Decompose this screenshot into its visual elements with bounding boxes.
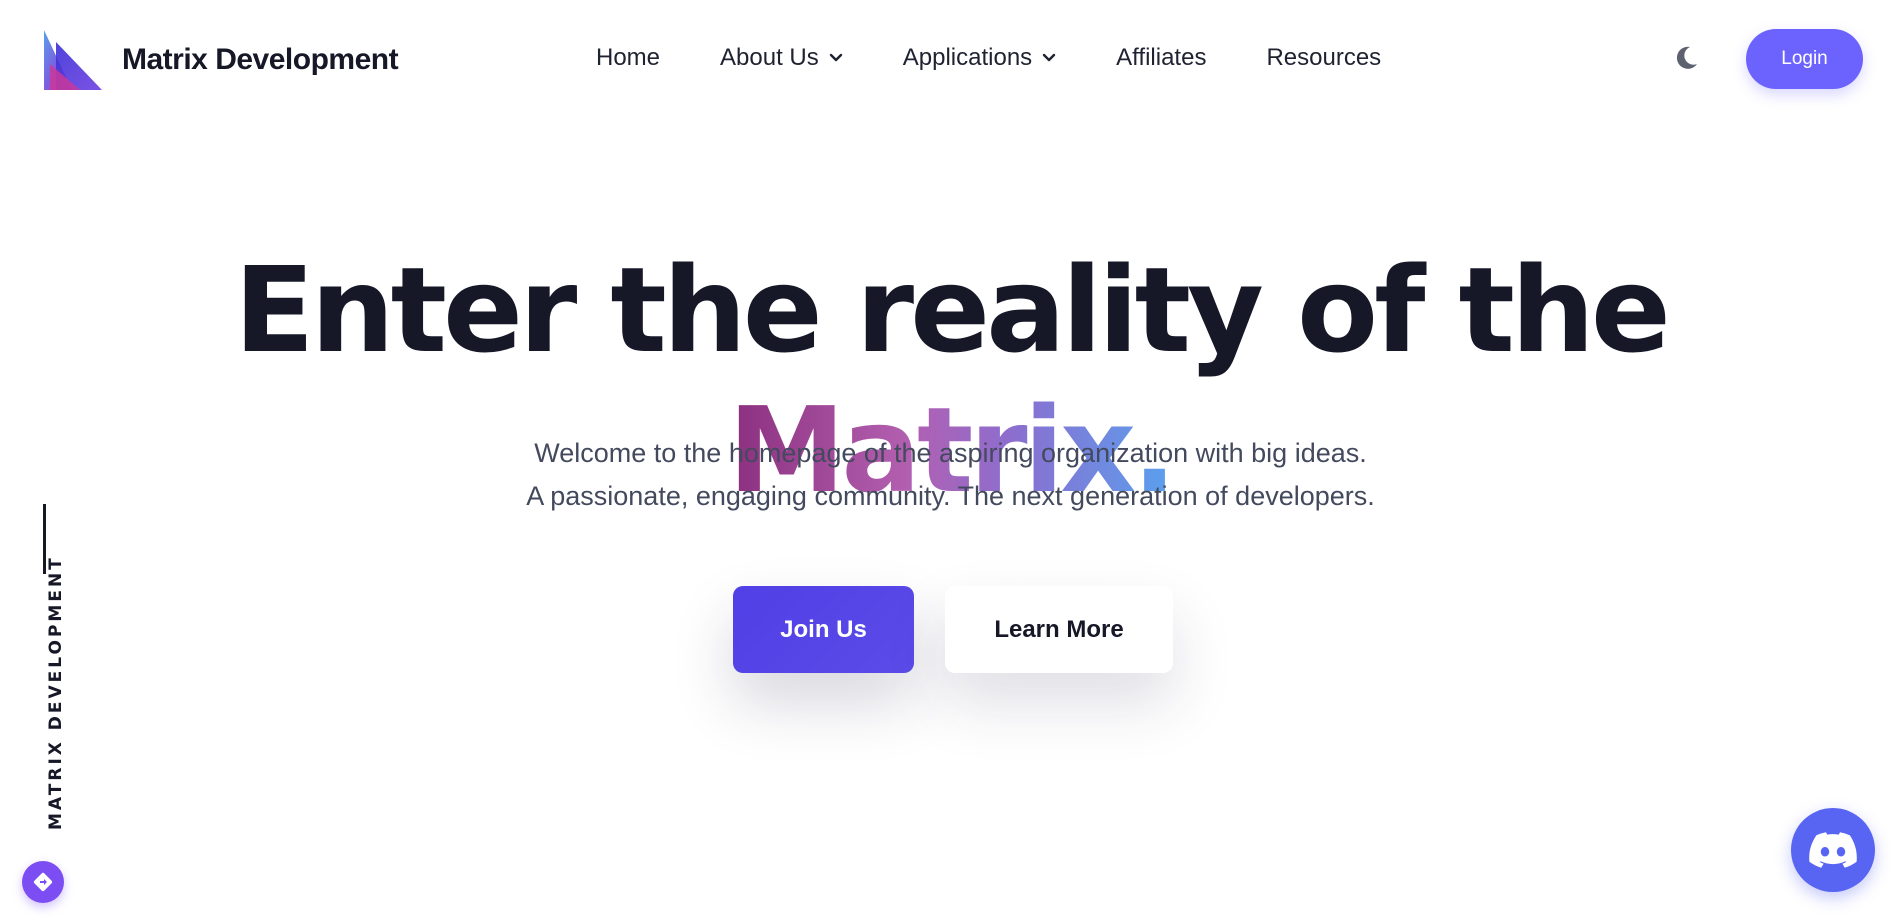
hero-subtitle: Welcome to the homepage of the aspiring …: [0, 432, 1901, 518]
hero-cta-group: Join Us Learn More: [733, 586, 1173, 673]
nav-item-label: Affiliates: [1116, 44, 1207, 71]
side-badge[interactable]: [22, 861, 64, 903]
matrix-logo-icon: [44, 30, 102, 90]
nav-item-affiliates[interactable]: Affiliates: [1116, 44, 1206, 72]
nav-item-label: About Us: [720, 44, 819, 71]
join-us-button[interactable]: Join Us: [733, 586, 914, 673]
discord-button[interactable]: [1791, 808, 1875, 892]
hero-title-main: Enter the reality of the: [234, 241, 1671, 379]
hero-subtitle-line-1: Welcome to the homepage of the aspiring …: [534, 438, 1367, 468]
nav-item-about-us[interactable]: About Us: [720, 44, 843, 72]
chevron-down-icon: [1042, 53, 1056, 62]
site-header: Matrix Development Home About Us Applica…: [0, 0, 1901, 120]
nav-item-label: Home: [596, 44, 661, 71]
discord-icon: [1809, 832, 1857, 868]
nav-item-applications[interactable]: Applications: [903, 44, 1056, 72]
diamond-arrow-icon: [33, 872, 53, 892]
brand[interactable]: Matrix Development: [42, 28, 399, 92]
main-nav: Home About Us Applications Affiliates Re…: [596, 44, 1381, 72]
side-vertical-text: MATRIX DEVELOPMENT: [46, 555, 66, 830]
hero-subtitle-line-2: A passionate, engaging community. The ne…: [526, 481, 1375, 511]
nav-item-label: Resources: [1266, 44, 1382, 71]
nav-item-label: Applications: [902, 44, 1033, 71]
moon-icon[interactable]: [1672, 44, 1700, 72]
learn-more-button[interactable]: Learn More: [945, 586, 1173, 673]
brand-name: Matrix Development: [122, 43, 399, 76]
nav-item-home[interactable]: Home: [596, 44, 660, 72]
chevron-down-icon: [829, 53, 842, 62]
nav-item-resources[interactable]: Resources: [1266, 44, 1381, 72]
login-button[interactable]: Login: [1746, 29, 1863, 89]
